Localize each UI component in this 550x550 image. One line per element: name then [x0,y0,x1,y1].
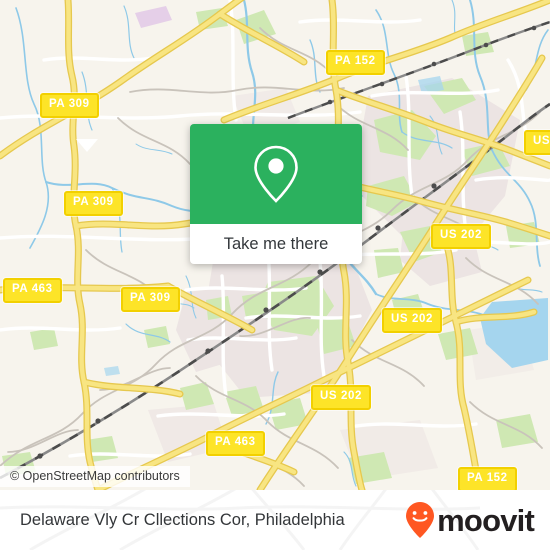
take-me-there-button[interactable]: Take me there [190,224,362,264]
road-shield-us-east-edge: US [524,130,550,155]
osm-attribution[interactable]: © OpenStreetMap contributors [0,466,190,487]
road-shield-us-202-north: US 202 [431,224,491,249]
location-title: Delaware Vly Cr Cllections Cor, Philadel… [20,510,345,529]
road-shield-pa-309-north: PA 309 [40,93,99,118]
road-shield-pa-309-south: PA 309 [121,287,180,312]
road-shield-pa-463-west: PA 463 [3,278,62,303]
take-me-there-label: Take me there [223,234,329,253]
moovit-map-screenshot: PA 309 PA 309 PA 463 PA 309 PA 152 US US 202 US… [0,0,550,550]
road-shield-pa-463-south: PA 463 [206,431,265,456]
moovit-logo[interactable]: moovit [405,501,535,539]
road-shield-us-202-mid: US 202 [382,308,442,333]
road-shield-pa-152-south: PA 152 [458,467,517,490]
road-shield-us-202-south: US 202 [311,385,371,410]
destination-callout-card[interactable]: Take me there [190,124,362,264]
moovit-smiley-pin-icon [406,502,435,538]
moovit-wordmark: moovit [437,502,535,538]
callout-pointer-tail [76,139,98,152]
road-shield-pa-152-north: PA 152 [326,50,385,75]
footer-bar: Delaware Vly Cr Cllections Cor, Philadel… [0,490,550,550]
road-shield-pa-309-mid: PA 309 [64,191,123,216]
callout-pin-panel [190,124,362,224]
map-pin-icon [254,145,298,203]
